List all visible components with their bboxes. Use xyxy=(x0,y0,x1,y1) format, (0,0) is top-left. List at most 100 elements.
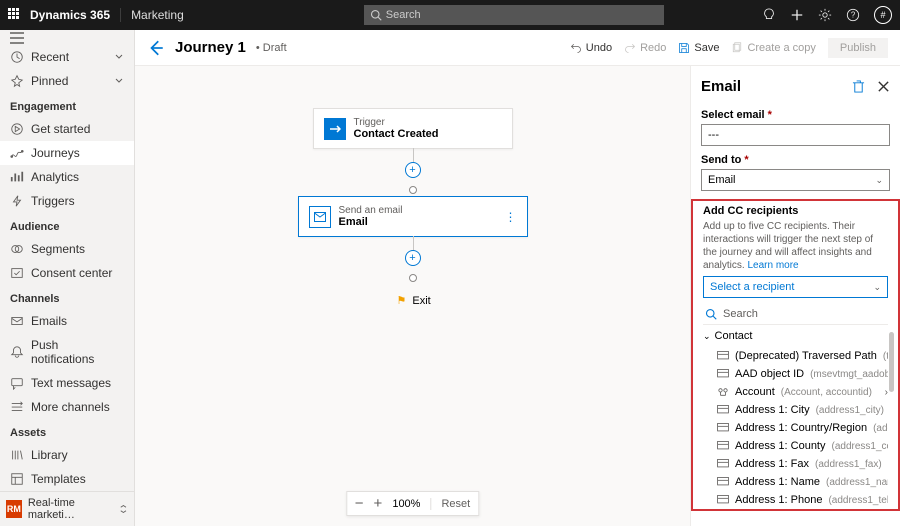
sms-icon xyxy=(10,376,24,390)
sidebar-item-text-messages[interactable]: Text messages xyxy=(0,371,134,395)
gear-icon[interactable] xyxy=(818,8,832,22)
learn-more-link[interactable]: Learn more xyxy=(747,260,798,271)
sidebar-item-analytics[interactable]: Analytics xyxy=(0,165,134,189)
dropdown-option[interactable]: Address 1: County (address1_county) xyxy=(703,437,888,455)
plus-icon[interactable] xyxy=(790,8,804,22)
help-icon[interactable]: ? xyxy=(846,8,860,22)
chevron-right-icon: › xyxy=(885,387,888,398)
add-step-button[interactable]: + xyxy=(405,250,421,266)
sidebar-item-label: Analytics xyxy=(31,170,79,184)
sidebar-item-more-channels[interactable]: More channels xyxy=(0,395,134,419)
node-value: Email xyxy=(339,216,403,228)
zoom-reset-button[interactable]: Reset xyxy=(430,498,470,510)
field-icon xyxy=(717,369,729,379)
field-icon xyxy=(717,423,729,433)
sidebar-item-label: Emails xyxy=(31,314,67,328)
mail-icon xyxy=(10,314,24,328)
dropdown-option[interactable]: Address 1: Fax (address1_fax) xyxy=(703,455,888,473)
sidebar-item-label: Get started xyxy=(31,122,90,136)
recipient-dropdown: Search ⌄Contact (Deprecated) Traversed P… xyxy=(703,304,888,509)
sidebar-item-label: Segments xyxy=(31,242,85,256)
page-title: Journey 1 xyxy=(175,39,246,56)
sidebar-item-journeys[interactable]: Journeys xyxy=(0,141,134,165)
journey-canvas[interactable]: TriggerContact Created + Send an emailEm… xyxy=(135,66,690,526)
zoom-out-button[interactable]: − xyxy=(355,496,364,511)
undo-button[interactable]: Undo xyxy=(570,42,612,54)
consent-icon xyxy=(10,266,24,280)
properties-panel: Email Select email * --- Send to * Email… xyxy=(690,66,900,526)
sidebar-item-label: Journeys xyxy=(31,146,80,160)
option-label: Address 1: Fax xyxy=(735,458,809,470)
search-placeholder: Search xyxy=(386,9,421,21)
zoom-in-button[interactable]: + xyxy=(374,496,383,511)
dropdown-option[interactable]: AAD object ID (msevtmgt_aadobjectid) xyxy=(703,365,888,383)
global-topbar: Dynamics 365 Marketing Search ? # xyxy=(0,0,900,30)
back-button[interactable] xyxy=(147,39,165,57)
save-button[interactable]: Save xyxy=(678,42,719,54)
sidebar-item-emails[interactable]: Emails xyxy=(0,309,134,333)
delete-button[interactable] xyxy=(852,80,865,93)
dropdown-group[interactable]: ⌄Contact xyxy=(703,325,888,347)
trigger-node[interactable]: TriggerContact Created xyxy=(313,108,513,149)
redo-button[interactable]: Redo xyxy=(624,42,666,54)
sidebar-item-label: More channels xyxy=(31,400,110,414)
dropdown-option[interactable]: (Deprecated) Traversed Path (traversedpa… xyxy=(703,347,888,365)
chevron-down-icon xyxy=(114,76,124,86)
page-header: Journey 1 • Draft Undo Redo Save Create … xyxy=(135,30,900,66)
sidebar-app-switcher[interactable]: RM Real-time marketi… xyxy=(0,491,134,526)
global-search[interactable]: Search xyxy=(364,5,664,25)
template-icon xyxy=(10,472,24,486)
option-label: Address 1: County xyxy=(735,440,826,452)
option-label: (Deprecated) Traversed Path xyxy=(735,350,877,362)
lightbulb-icon[interactable] xyxy=(762,8,776,22)
search-icon xyxy=(705,308,717,320)
sidebar-item-label: Text messages xyxy=(31,376,111,390)
dropdown-option[interactable]: Account (Account, accountid)› xyxy=(703,383,888,401)
dropdown-option[interactable]: Address 1: Name (address1_name) xyxy=(703,473,888,491)
exit-node[interactable]: ⚑Exit xyxy=(397,294,431,307)
sidebar-item-push-notifications[interactable]: Push notifications xyxy=(0,333,134,371)
select-email-label: Select email * xyxy=(701,109,890,121)
field-icon xyxy=(717,351,729,361)
field-icon xyxy=(717,495,729,505)
option-sublabel: (Account, accountid) xyxy=(781,387,872,398)
sidebar-item-get-started[interactable]: Get started xyxy=(0,117,134,141)
journey-icon xyxy=(10,146,24,160)
recipient-select[interactable]: Select a recipient⌄ xyxy=(703,276,888,298)
svg-text:?: ? xyxy=(851,11,856,20)
sidebar-item-templates[interactable]: Templates xyxy=(0,467,134,491)
send-to-label: Send to * xyxy=(701,154,890,166)
app-badge: RM xyxy=(6,500,22,518)
option-label: AAD object ID xyxy=(735,368,804,380)
dropdown-option[interactable]: Address 1: Country/Region (address1_cou… xyxy=(703,419,888,437)
dropdown-option[interactable]: Address 1: City (address1_city) xyxy=(703,401,888,419)
close-button[interactable] xyxy=(877,80,890,93)
hamburger-button[interactable] xyxy=(0,30,134,45)
email-icon xyxy=(309,206,331,228)
status-text: • Draft xyxy=(256,42,287,54)
user-avatar[interactable]: # xyxy=(874,6,892,24)
add-step-button[interactable]: + xyxy=(405,162,421,178)
app-launcher-icon[interactable] xyxy=(8,8,22,22)
publish-button[interactable]: Publish xyxy=(828,38,888,58)
sidebar-item-triggers[interactable]: Triggers xyxy=(0,189,134,213)
send-to-select[interactable]: Email⌄ xyxy=(701,169,890,191)
dropdown-option[interactable]: Address 1: Phone (address1_telephone1) xyxy=(703,491,888,509)
field-icon xyxy=(717,459,729,469)
sidebar-item-pinned[interactable]: Pinned xyxy=(0,69,134,93)
node-value: Contact Created xyxy=(354,128,439,140)
sidebar-item-label: Pinned xyxy=(31,74,68,88)
sidebar-item-segments[interactable]: Segments xyxy=(0,237,134,261)
sidebar-item-library[interactable]: Library xyxy=(0,443,134,467)
select-email-input[interactable]: --- xyxy=(701,124,890,146)
dropdown-search[interactable]: Search xyxy=(703,304,888,325)
create-copy-button[interactable]: Create a copy xyxy=(731,42,815,54)
lookup-icon xyxy=(717,387,729,397)
field-icon xyxy=(717,477,729,487)
dropdown-scrollbar[interactable] xyxy=(889,332,894,392)
node-more-button[interactable]: ⋮ xyxy=(505,210,517,224)
sidebar-item-consent-center[interactable]: Consent center xyxy=(0,261,134,285)
email-node[interactable]: Send an emailEmail ⋮ xyxy=(298,196,528,237)
sidebar-item-recent[interactable]: Recent xyxy=(0,45,134,69)
cc-title: Add CC recipients xyxy=(703,205,888,217)
